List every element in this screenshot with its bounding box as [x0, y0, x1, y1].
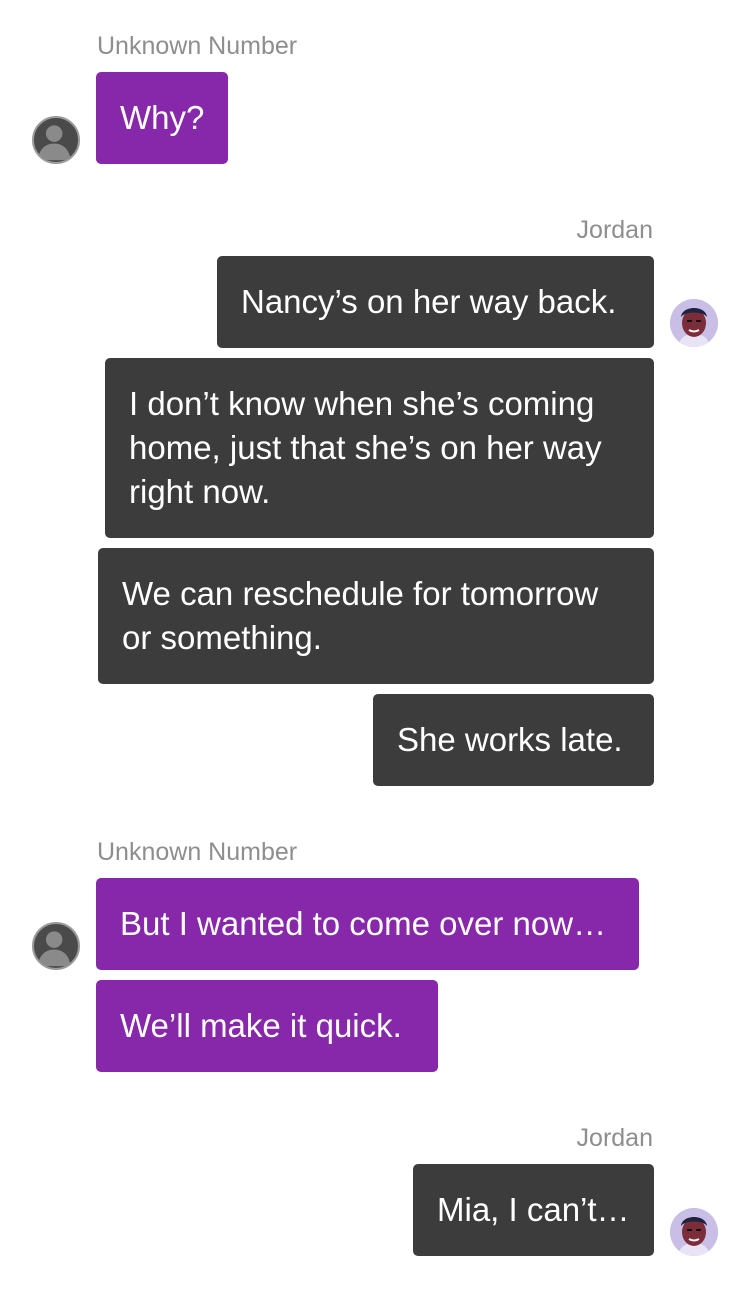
chat-screen: { "conversation": [ { "sender": "Unknown…	[0, 0, 750, 1299]
sender-name: Jordan	[576, 216, 653, 244]
message-text: She works late.	[397, 721, 623, 758]
message-text: I don’t know when she’s coming home, jus…	[129, 385, 602, 510]
message-bubble[interactable]: Mia, I can’t…	[413, 1164, 654, 1256]
message-bubble[interactable]: She works late.	[373, 694, 654, 786]
message-text: Why?	[120, 99, 205, 136]
sender-name: Unknown Number	[97, 32, 298, 60]
message-bubble[interactable]: But I wanted to come over now…	[96, 878, 639, 970]
message-bubble[interactable]: We can reschedule for tomorrow or someth…	[98, 548, 654, 684]
message-text: We’ll make it quick.	[120, 1007, 402, 1044]
message-text: We can reschedule for tomorrow or someth…	[122, 575, 599, 656]
message-text: Mia, I can’t…	[437, 1191, 630, 1228]
message-bubble[interactable]: We’ll make it quick.	[96, 980, 438, 1072]
jordan-avatar	[670, 1208, 718, 1256]
sender-name: Jordan	[576, 1124, 653, 1152]
message-text: But I wanted to come over now…	[120, 905, 607, 942]
message-bubble[interactable]: Nancy’s on her way back.	[217, 256, 654, 348]
message-bubble[interactable]: I don’t know when she’s coming home, jus…	[105, 358, 654, 538]
sender-name: Unknown Number	[97, 838, 298, 866]
unknown-user-icon	[32, 922, 80, 970]
message-text: Nancy’s on her way back.	[241, 283, 617, 320]
unknown-user-icon	[32, 116, 80, 164]
jordan-avatar	[670, 299, 718, 347]
message-bubble[interactable]: Why?	[96, 72, 229, 164]
